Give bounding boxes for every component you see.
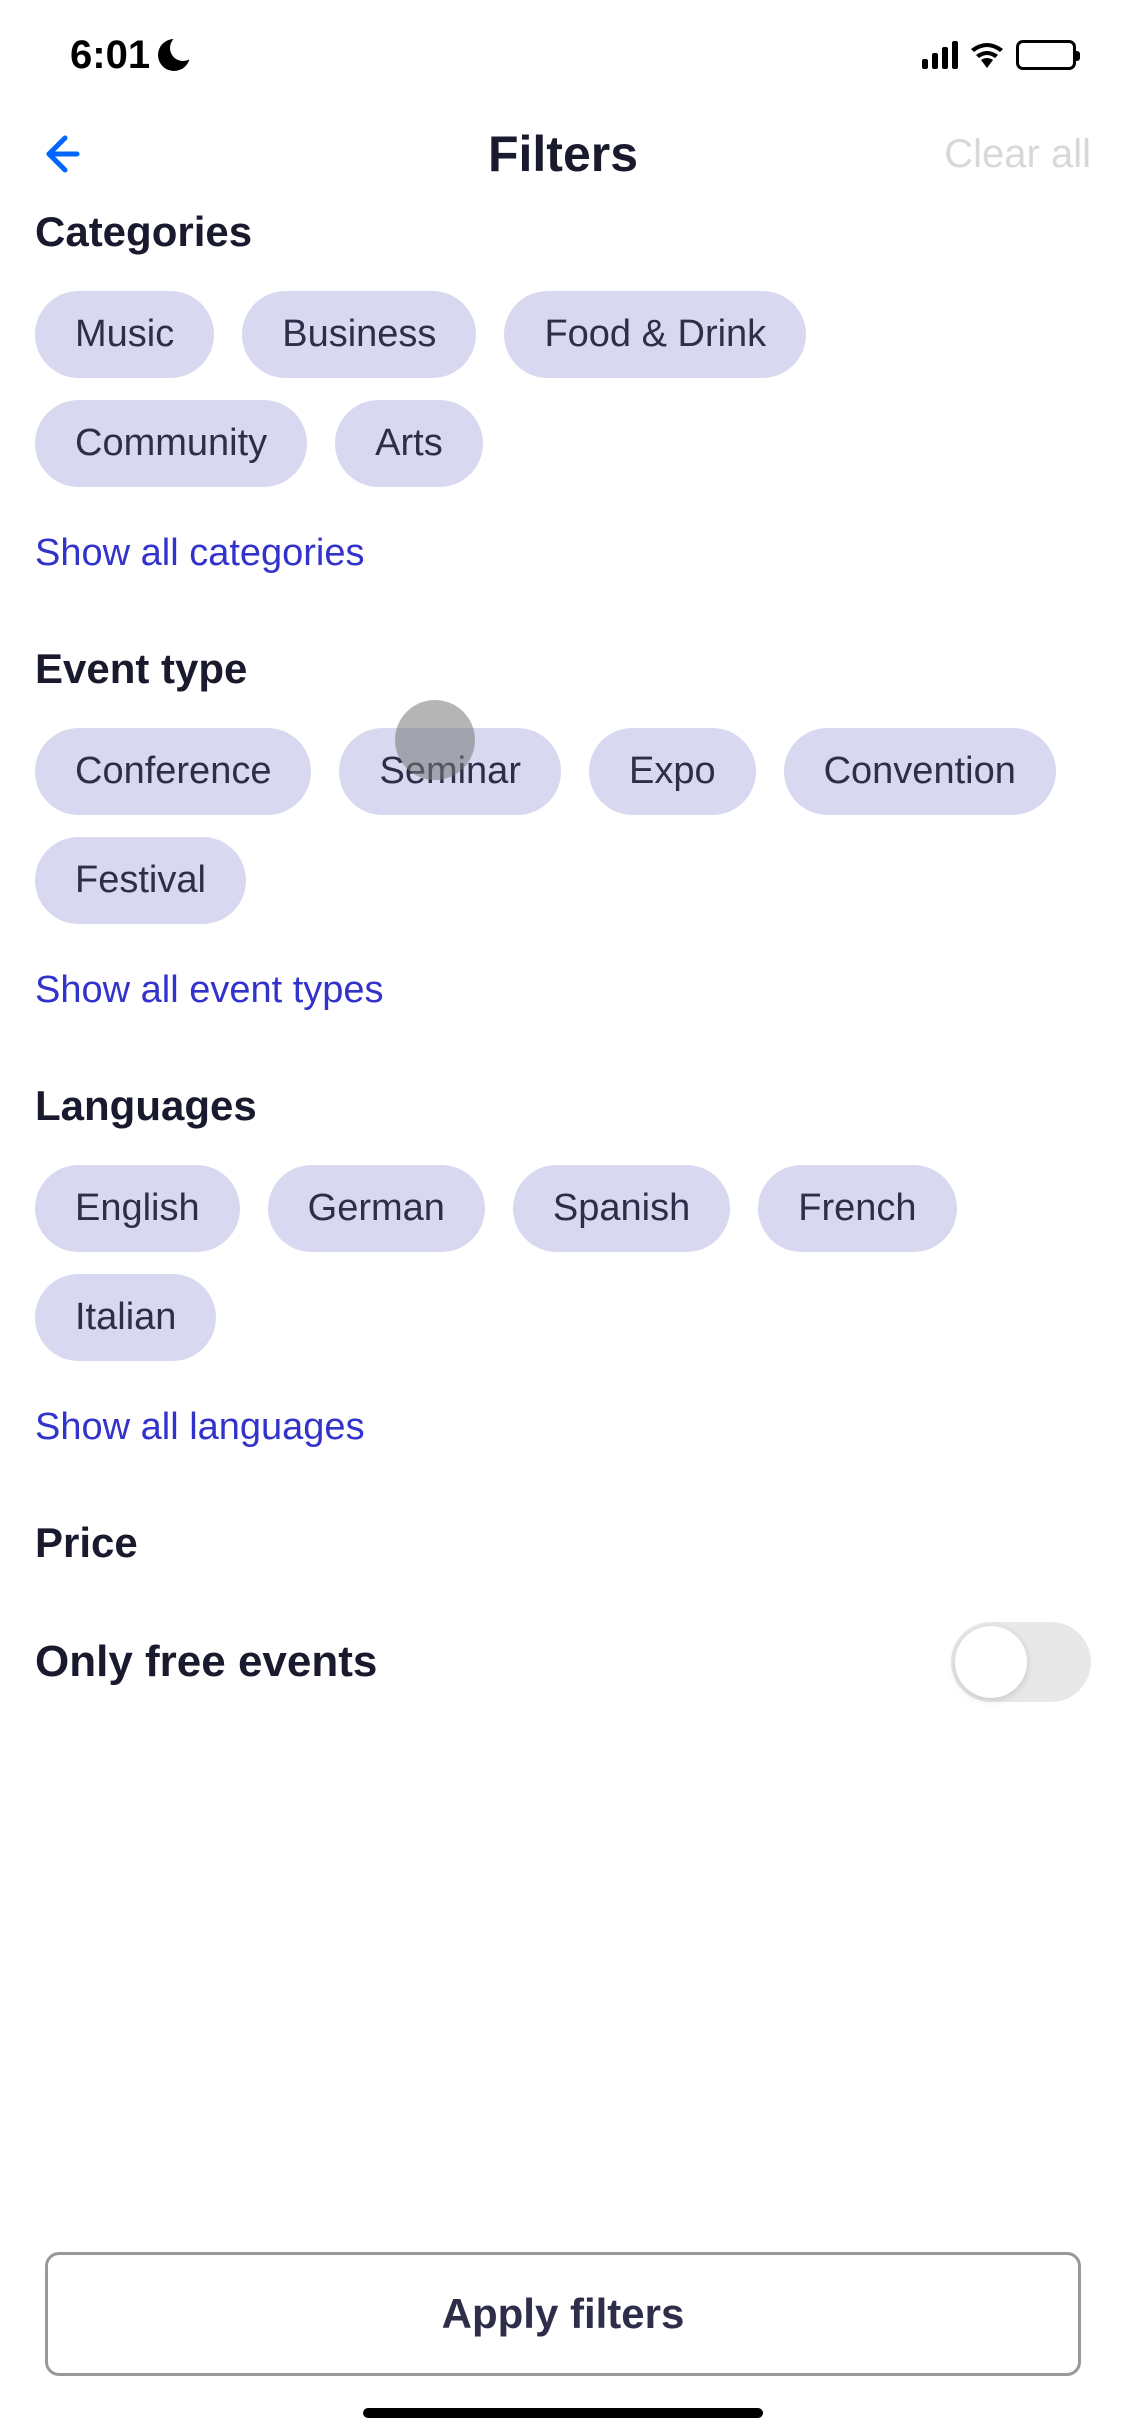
chip-conference[interactable]: Conference [35, 728, 311, 815]
content: Categories Music Business Food & Drink C… [0, 208, 1126, 1702]
event-type-section: Event type Conference Seminar Expo Conve… [35, 645, 1091, 1012]
chip-music[interactable]: Music [35, 291, 214, 378]
bottom-bar: Apply filters [0, 2212, 1126, 2436]
chip-festival[interactable]: Festival [35, 837, 246, 924]
chip-expo[interactable]: Expo [589, 728, 756, 815]
back-button[interactable] [35, 130, 83, 178]
show-all-languages-link[interactable]: Show all languages [35, 1406, 1091, 1449]
page-title: Filters [488, 125, 638, 183]
show-all-event-types-link[interactable]: Show all event types [35, 969, 1091, 1012]
fade-overlay [0, 2086, 1126, 2206]
only-free-events-label: Only free events [35, 1637, 377, 1687]
show-all-categories-link[interactable]: Show all categories [35, 532, 1091, 575]
price-toggle-row: Only free events [35, 1602, 1091, 1702]
touch-indicator [395, 700, 475, 780]
event-type-chips: Conference Seminar Expo Convention Festi… [35, 728, 1091, 924]
languages-chips: English German Spanish French Italian [35, 1165, 1091, 1361]
status-bar: 6:01 [0, 0, 1126, 100]
status-right [922, 40, 1076, 70]
chip-food-drink[interactable]: Food & Drink [504, 291, 806, 378]
home-indicator[interactable] [363, 2408, 763, 2418]
chip-english[interactable]: English [35, 1165, 240, 1252]
event-type-title: Event type [35, 645, 1091, 693]
chip-business[interactable]: Business [242, 291, 476, 378]
status-time: 6:01 [70, 33, 150, 78]
chip-spanish[interactable]: Spanish [513, 1165, 730, 1252]
apply-filters-button[interactable]: Apply filters [45, 2252, 1081, 2376]
toggle-knob [955, 1626, 1027, 1698]
categories-chips: Music Business Food & Drink Community Ar… [35, 291, 1091, 487]
chip-arts[interactable]: Arts [335, 400, 483, 487]
price-title: Price [35, 1519, 1091, 1567]
chip-german[interactable]: German [268, 1165, 485, 1252]
wifi-icon [970, 42, 1004, 68]
chip-italian[interactable]: Italian [35, 1274, 216, 1361]
do-not-disturb-icon [158, 39, 190, 71]
battery-icon [1016, 40, 1076, 70]
chip-convention[interactable]: Convention [784, 728, 1056, 815]
header: Filters Clear all [0, 100, 1126, 208]
price-section: Price Only free events [35, 1519, 1091, 1702]
chip-community[interactable]: Community [35, 400, 307, 487]
status-left: 6:01 [70, 33, 190, 78]
languages-title: Languages [35, 1082, 1091, 1130]
cellular-signal-icon [922, 41, 958, 69]
categories-title: Categories [35, 208, 1091, 256]
categories-section: Categories Music Business Food & Drink C… [35, 208, 1091, 575]
languages-section: Languages English German Spanish French … [35, 1082, 1091, 1449]
chip-french[interactable]: French [758, 1165, 956, 1252]
clear-all-button[interactable]: Clear all [944, 132, 1091, 177]
only-free-events-toggle[interactable] [951, 1622, 1091, 1702]
